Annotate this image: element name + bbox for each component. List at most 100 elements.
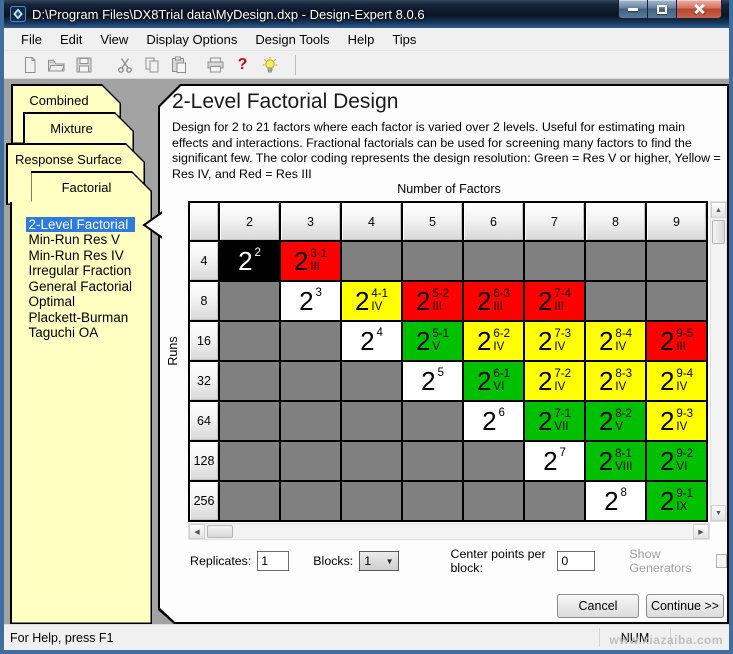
design-cell-2-2[interactable]: 22 [220, 242, 279, 280]
cancel-button[interactable]: Cancel [557, 594, 639, 618]
replicates-label: Replicates: [190, 554, 251, 568]
options-row: Replicates: Blocks: 1 ▼ Center points pe… [190, 547, 727, 575]
factor-column-header-2: 2 [220, 203, 279, 240]
sidebar-item-taguchi-oa[interactable]: Taguchi OA [26, 325, 136, 341]
menu-item-design-tools[interactable]: Design Tools [246, 30, 338, 49]
new-button[interactable] [16, 53, 43, 77]
center-points-input[interactable] [557, 551, 595, 571]
menu-item-view[interactable]: View [91, 30, 137, 49]
design-cell-2-3-1[interactable]: 23-1III [281, 242, 340, 280]
sidebar-item-min-run-res-v[interactable]: Min-Run Res V [26, 232, 136, 248]
empty-cell [403, 402, 462, 440]
paste-button[interactable] [165, 53, 192, 77]
grid-title: Number of Factors [188, 182, 710, 196]
design-cell-2-8-4[interactable]: 28-4IV [586, 322, 645, 360]
open-button[interactable] [43, 53, 70, 77]
design-type-list: 2-Level FactorialMin-Run Res VMin-Run Re… [26, 217, 136, 341]
help-button[interactable]: ? [229, 53, 256, 77]
design-cell-2-8-2[interactable]: 28-2V [586, 402, 645, 440]
runs-row-header-128: 128 [190, 442, 218, 480]
minimize-button[interactable] [618, 0, 648, 19]
horizontal-scroll-thumb[interactable] [207, 525, 233, 538]
design-cell-2-7[interactable]: 27 [525, 442, 584, 480]
sidebar-item-optimal[interactable]: Optimal [26, 294, 136, 310]
design-cell-2-6-2[interactable]: 26-2IV [464, 322, 523, 360]
maximize-button[interactable] [648, 0, 676, 19]
scroll-right-icon[interactable]: ▶ [693, 524, 709, 539]
design-cell-2-6-3[interactable]: 26-3III [464, 282, 523, 320]
design-cell-2-4[interactable]: 24 [342, 322, 401, 360]
cut-button[interactable] [111, 53, 138, 77]
tab-factorial-label: Factorial [33, 180, 141, 195]
grid-horizontal-scrollbar[interactable]: ◀ ▶ [188, 523, 710, 540]
maximize-icon [657, 5, 667, 14]
sidebar-item-2-level-factorial[interactable]: 2-Level Factorial [26, 217, 136, 233]
toolbar-separator [295, 55, 296, 75]
app-icon [10, 6, 26, 22]
scroll-left-icon[interactable]: ◀ [189, 524, 205, 539]
sidebar-item-general-factorial[interactable]: General Factorial [26, 279, 136, 295]
sidebar-item-min-run-res-iv[interactable]: Min-Run Res IV [26, 248, 136, 264]
tab-response-surface-label: Response Surface [8, 152, 130, 167]
sidebar-item-irregular-fraction[interactable]: Irregular Fraction [26, 263, 136, 279]
runs-row-header-4: 4 [190, 242, 218, 280]
empty-cell [342, 362, 401, 400]
menu-item-tips[interactable]: Tips [383, 30, 425, 49]
save-button[interactable] [70, 53, 97, 77]
grid-vertical-scrollbar[interactable]: ▲ ▼ [710, 201, 727, 522]
vertical-scroll-thumb[interactable] [712, 220, 725, 244]
empty-cell [586, 282, 645, 320]
copy-button[interactable] [138, 53, 165, 77]
menu-item-edit[interactable]: Edit [51, 30, 91, 49]
design-cell-2-7-3[interactable]: 27-3IV [525, 322, 584, 360]
page-description: Design for 2 to 21 factors where each fa… [172, 120, 724, 182]
runs-row-header-32: 32 [190, 362, 218, 400]
grid-corner-cell [190, 203, 218, 240]
design-cell-2-8-3[interactable]: 28-3IV [586, 362, 645, 400]
empty-cell [342, 402, 401, 440]
design-cell-2-9-4[interactable]: 29-4IV [647, 362, 706, 400]
design-cell-2-8-1[interactable]: 28-1VIII [586, 442, 645, 480]
menu-item-help[interactable]: Help [339, 30, 384, 49]
continue-button[interactable]: Continue >> [646, 594, 724, 618]
design-cell-2-9-1[interactable]: 29-1IX [647, 482, 706, 520]
menu-item-display-options[interactable]: Display Options [137, 30, 246, 49]
design-cell-2-5-1[interactable]: 25-1V [403, 322, 462, 360]
sidebar-item-plackett-burman[interactable]: Plackett-Burman [26, 310, 136, 326]
app-window: D:\Program Files\DX8Trial data\MyDesign.… [0, 0, 733, 654]
design-cell-2-5[interactable]: 25 [403, 362, 462, 400]
paste-icon [170, 56, 188, 74]
main-panel: 2-Level Factorial Design Design for 2 to… [158, 84, 729, 624]
print-button[interactable] [202, 53, 229, 77]
scroll-up-icon[interactable]: ▲ [711, 202, 726, 218]
tips-button[interactable] [256, 53, 283, 77]
design-cell-2-9-3[interactable]: 29-3IV [647, 402, 706, 440]
design-cell-2-8[interactable]: 28 [586, 482, 645, 520]
scroll-down-icon[interactable]: ▼ [711, 505, 726, 521]
show-generators-checkbox [716, 554, 727, 568]
design-cell-2-9-2[interactable]: 29-2VI [647, 442, 706, 480]
runs-axis-label: Runs [166, 321, 180, 381]
menu-item-file[interactable]: File [12, 30, 51, 49]
print-icon [206, 56, 225, 74]
design-cell-2-7-2[interactable]: 27-2IV [525, 362, 584, 400]
empty-cell [281, 442, 340, 480]
chevron-down-icon: ▼ [386, 557, 394, 566]
replicates-input[interactable] [257, 551, 289, 571]
design-cell-2-9-5[interactable]: 29-5III [647, 322, 706, 360]
design-cell-2-7-1[interactable]: 27-1VII [525, 402, 584, 440]
runs-row-header-256: 256 [190, 482, 218, 520]
design-cell-2-7-4[interactable]: 27-4III [525, 282, 584, 320]
empty-cell [342, 242, 401, 280]
design-cell-2-3[interactable]: 23 [281, 282, 340, 320]
design-cell-2-6[interactable]: 26 [464, 402, 523, 440]
blocks-dropdown[interactable]: 1 ▼ [359, 551, 398, 571]
window-title: D:\Program Files\DX8Trial data\MyDesign.… [32, 7, 425, 22]
tab-factorial[interactable]: Factorial 2-Level FactorialMin-Run Res V… [10, 171, 152, 624]
close-button[interactable] [676, 0, 722, 19]
lightbulb-icon [261, 56, 279, 74]
empty-cell [220, 482, 279, 520]
design-cell-2-5-2[interactable]: 25-2III [403, 282, 462, 320]
design-cell-2-6-1[interactable]: 26-1VI [464, 362, 523, 400]
design-cell-2-4-1[interactable]: 24-1IV [342, 282, 401, 320]
